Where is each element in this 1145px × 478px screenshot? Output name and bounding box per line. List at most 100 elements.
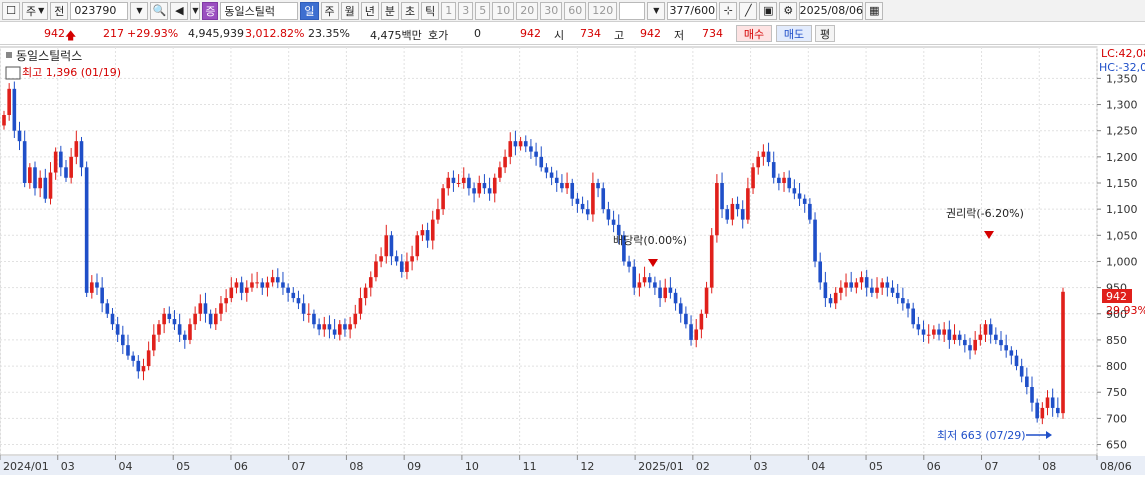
x-tick-label: 10 bbox=[465, 460, 479, 473]
candle-body bbox=[771, 162, 776, 178]
x-axis: 2024/01 03 04 05 06 07 08 09 10 11 12 2025/01 02 03 04… bbox=[0, 455, 1145, 475]
tab-minute[interactable]: 분 bbox=[380, 1, 400, 20]
hoga-price: 942 bbox=[520, 27, 541, 40]
tab-month[interactable]: 월 bbox=[340, 1, 359, 20]
candle-body bbox=[213, 313, 218, 325]
code-input[interactable]: 023790 bbox=[70, 1, 129, 20]
candle-body bbox=[787, 177, 792, 189]
candle-body bbox=[942, 329, 946, 335]
candle-body bbox=[22, 141, 27, 183]
speaker-dropdown-chevron-icon[interactable]: ▼ bbox=[190, 1, 201, 20]
candle-body bbox=[487, 188, 492, 194]
candle-body bbox=[441, 188, 445, 210]
low-price: 734 bbox=[702, 27, 723, 40]
up-arrow-icon: 🡅 bbox=[65, 29, 77, 42]
hoga-value: 0 bbox=[474, 27, 481, 40]
interval-custom-input[interactable] bbox=[619, 1, 646, 20]
candle-body bbox=[875, 287, 879, 293]
candle-body bbox=[141, 366, 146, 372]
search-icon[interactable]: 🔍 bbox=[150, 1, 169, 20]
candle-body bbox=[968, 345, 972, 351]
y-tick-label: 1,050 bbox=[1106, 229, 1138, 242]
x-tick-label: 04 bbox=[118, 460, 132, 473]
candle-body bbox=[399, 261, 404, 272]
candle-body bbox=[498, 167, 502, 178]
interval-3[interactable]: 3 bbox=[458, 1, 474, 20]
calendar-icon[interactable]: ▦ bbox=[865, 1, 884, 20]
candle-body bbox=[637, 282, 642, 288]
tab-tick[interactable]: 틱 bbox=[421, 1, 440, 20]
candle-body bbox=[384, 235, 389, 257]
change-percent: +29.93% bbox=[127, 27, 179, 40]
interval-10[interactable]: 10 bbox=[492, 1, 515, 20]
candle-body bbox=[978, 334, 983, 340]
code-dropdown-chevron-icon[interactable]: ▼ bbox=[130, 1, 149, 20]
candle-body bbox=[472, 188, 476, 194]
open-price: 734 bbox=[580, 27, 601, 40]
candle-body bbox=[818, 261, 823, 283]
candle-body bbox=[503, 156, 507, 168]
interval-5[interactable]: 5 bbox=[475, 1, 491, 20]
save-icon[interactable]: ▣ bbox=[759, 1, 778, 20]
avg-button[interactable]: 평 bbox=[815, 25, 835, 42]
period-unit-label: 주 bbox=[26, 4, 37, 18]
x-tick-label: 12 bbox=[580, 460, 594, 473]
tab-year[interactable]: 년 bbox=[360, 1, 379, 20]
candle-body bbox=[508, 141, 513, 157]
candle-body bbox=[2, 115, 6, 126]
prev-button[interactable]: 전 bbox=[50, 1, 69, 20]
y-tick-label: 1,100 bbox=[1106, 203, 1138, 216]
candle-body bbox=[735, 203, 740, 210]
candle-body bbox=[291, 292, 296, 299]
period-unit-select[interactable]: 주 ▼ bbox=[22, 1, 49, 20]
max-price-label: 최고 1,396 (01/19) bbox=[22, 66, 121, 79]
x-tick-label: 08/06 bbox=[1100, 460, 1132, 473]
draw-tool-icon[interactable]: ╱ bbox=[739, 1, 758, 20]
candle-body bbox=[647, 277, 652, 283]
crosshair-icon[interactable]: ⊹ bbox=[719, 1, 738, 20]
candle-body bbox=[575, 198, 580, 204]
speaker-icon[interactable]: ◀ bbox=[170, 1, 189, 20]
candle-body bbox=[911, 308, 915, 325]
candle-body bbox=[79, 141, 84, 168]
candle-body bbox=[358, 298, 363, 314]
buy-button[interactable]: 매수 bbox=[736, 25, 772, 42]
candle-body bbox=[420, 230, 425, 236]
count-field[interactable]: 377/600 bbox=[667, 1, 718, 20]
candle-body bbox=[740, 209, 745, 220]
interval-120[interactable]: 120 bbox=[588, 1, 618, 20]
gear-icon[interactable]: ⚙ bbox=[779, 1, 798, 20]
candle-body bbox=[988, 324, 993, 335]
candle-body bbox=[492, 177, 497, 194]
interval-dropdown-chevron-icon[interactable]: ▼ bbox=[647, 1, 666, 20]
tab-day[interactable]: 일 bbox=[300, 1, 319, 20]
candle-body bbox=[761, 151, 766, 157]
candle-body bbox=[632, 266, 637, 288]
candle-body bbox=[389, 235, 394, 257]
price-chart[interactable]: 1,350 1,300 1,250 1,200 1,150 1,100 1,050 1,000… bbox=[0, 45, 1145, 475]
candle-body bbox=[684, 313, 688, 325]
candle-body bbox=[126, 345, 130, 356]
tab-second[interactable]: 초 bbox=[401, 1, 420, 20]
candle-body bbox=[337, 324, 342, 335]
candle-body bbox=[1045, 397, 1050, 408]
interval-30[interactable]: 30 bbox=[540, 1, 563, 20]
candle-body bbox=[653, 282, 657, 288]
candle-body bbox=[48, 172, 53, 199]
menu-square-icon[interactable]: ☐ bbox=[2, 1, 20, 20]
candle-body bbox=[296, 298, 301, 304]
candle-body bbox=[219, 303, 223, 314]
candle-body bbox=[121, 334, 125, 346]
sell-button[interactable]: 매도 bbox=[776, 25, 812, 42]
candle-body bbox=[591, 183, 595, 215]
interval-60[interactable]: 60 bbox=[564, 1, 587, 20]
candle-body bbox=[17, 130, 22, 142]
candle-body bbox=[281, 282, 285, 288]
date-field[interactable]: 2025/08/06 bbox=[799, 1, 864, 20]
interval-1[interactable]: 1 bbox=[441, 1, 457, 20]
chart-svg[interactable]: 1,350 1,300 1,250 1,200 1,150 1,100 1,050 1,000… bbox=[0, 45, 1145, 475]
tab-week[interactable]: 주 bbox=[320, 1, 339, 20]
interval-20[interactable]: 20 bbox=[516, 1, 539, 20]
candle-body bbox=[255, 282, 259, 284]
candle-body bbox=[730, 203, 735, 220]
